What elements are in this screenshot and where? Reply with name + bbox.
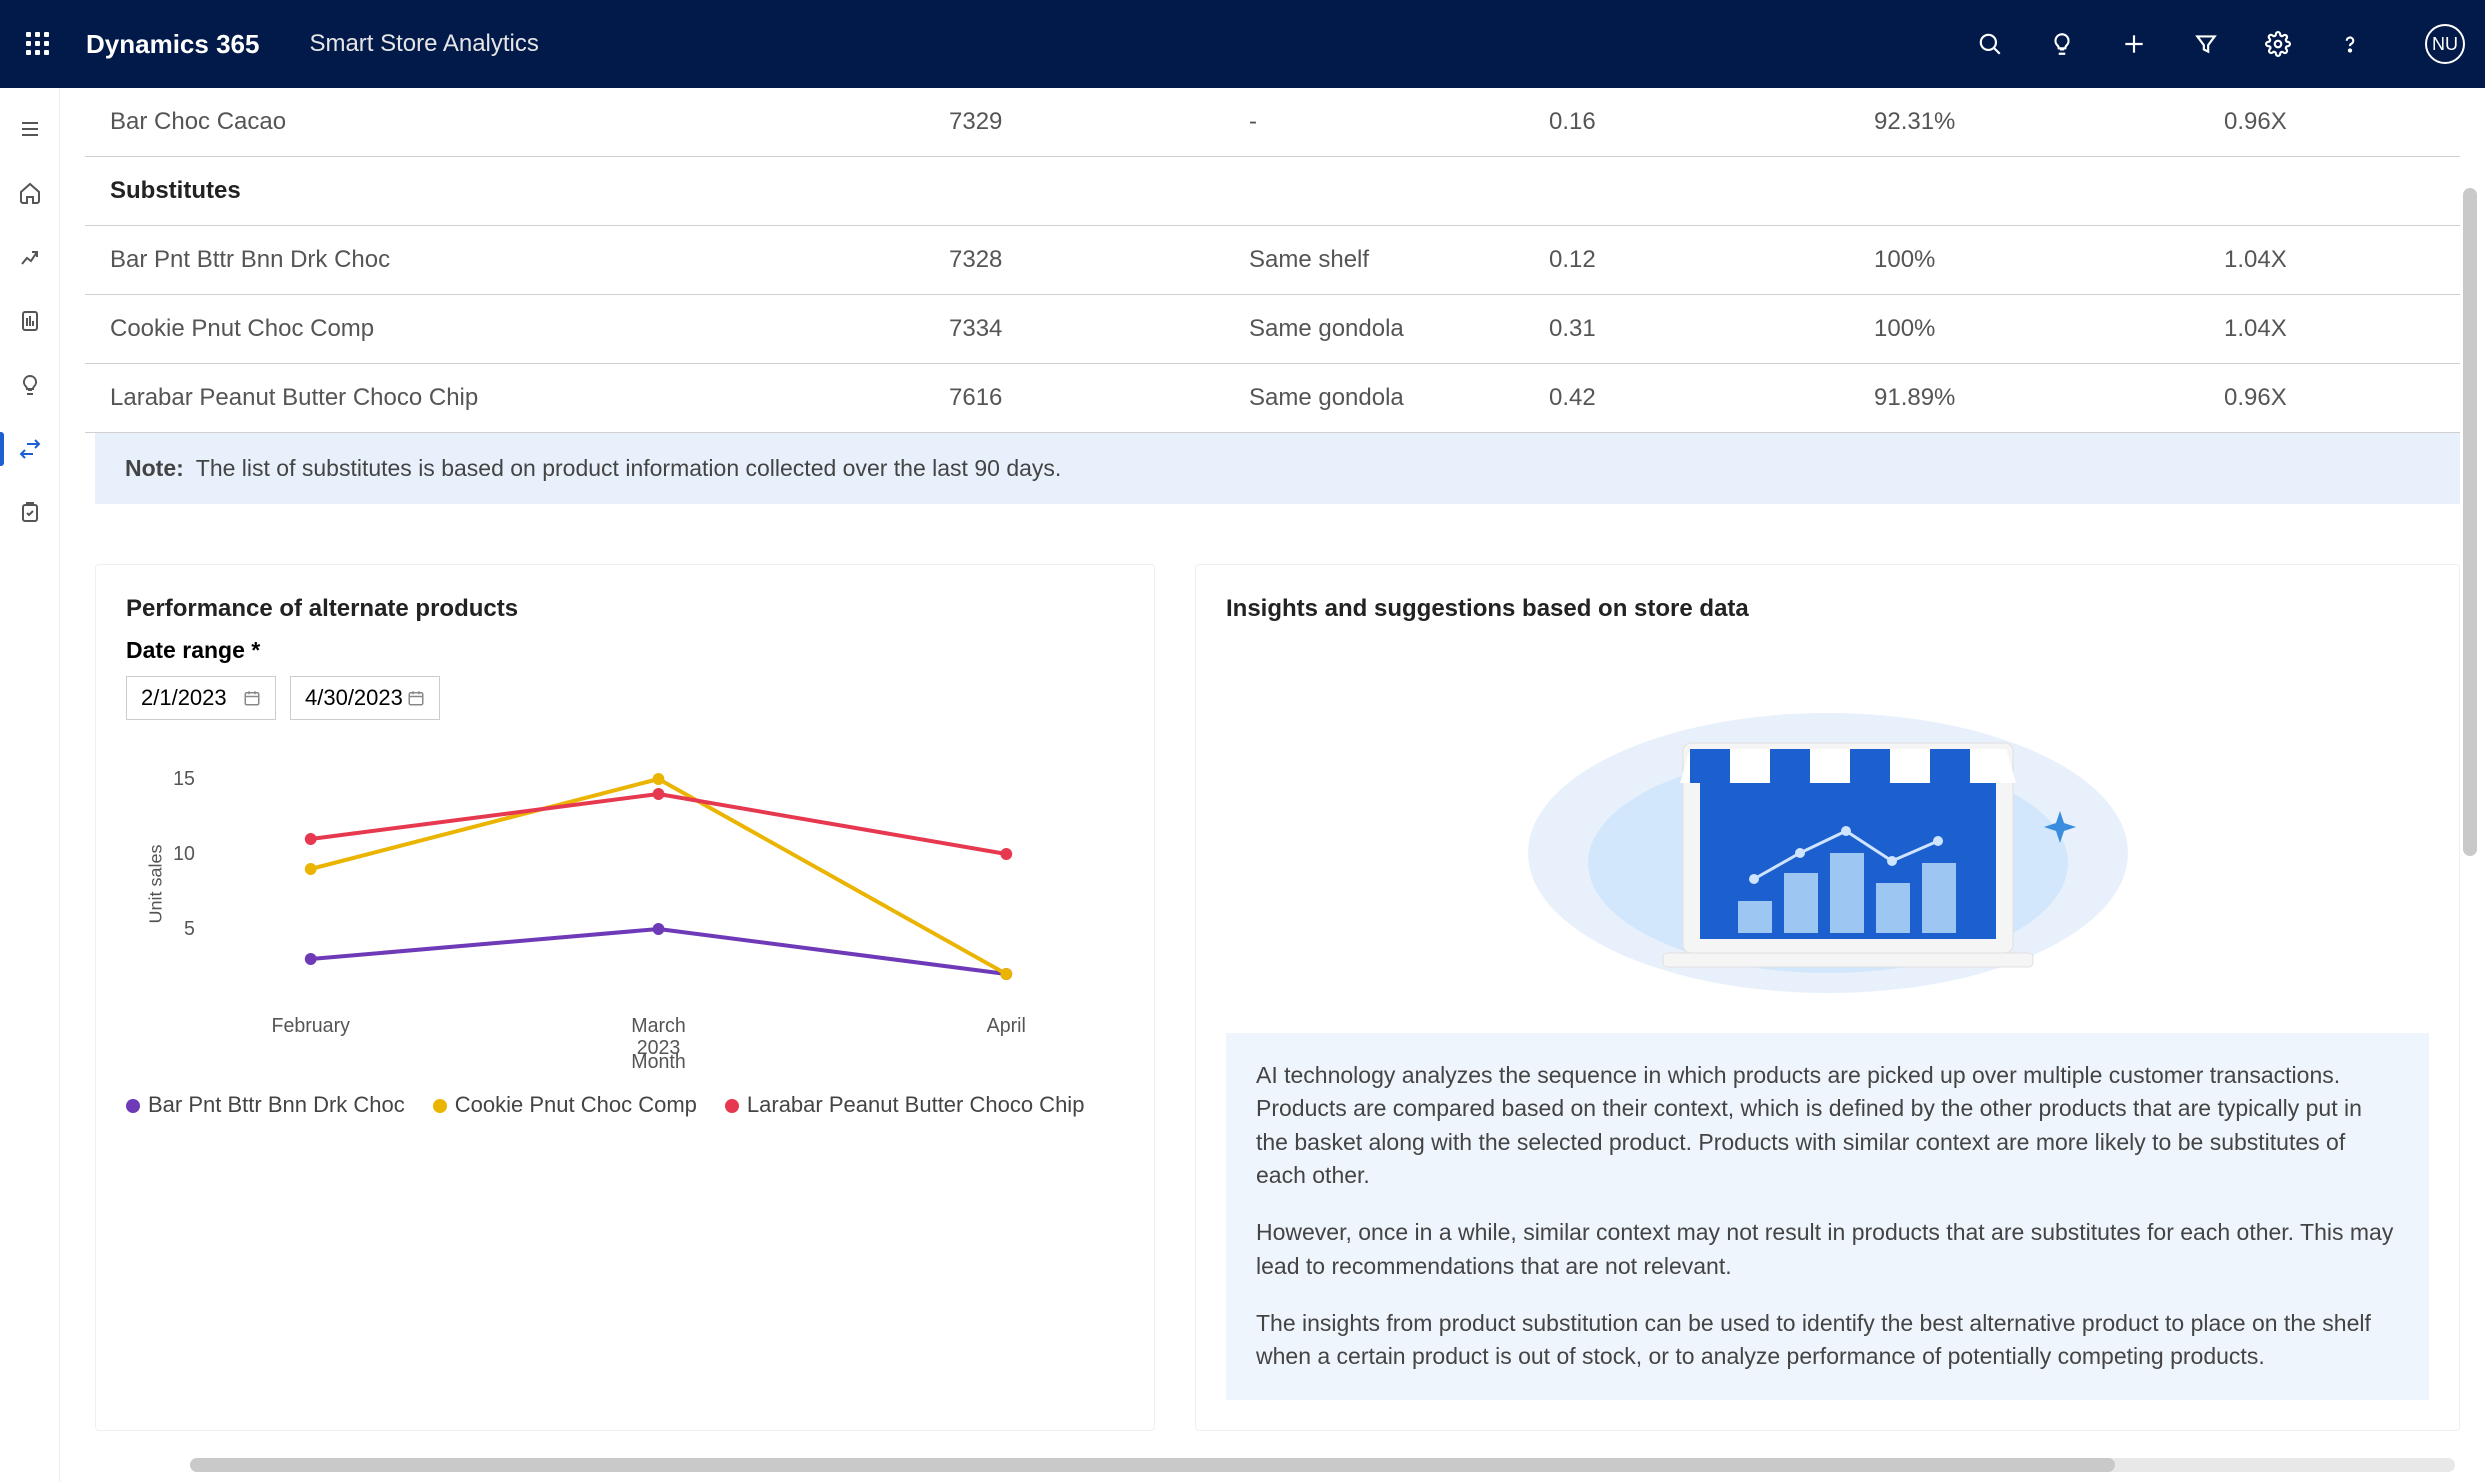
svg-text:Unit sales: Unit sales — [146, 844, 166, 923]
note-label: Note: — [125, 455, 184, 481]
header-actions: NU — [1975, 24, 2465, 64]
svg-text:February: February — [271, 1015, 350, 1037]
global-header: Dynamics 365 Smart Store Analytics NU — [0, 0, 2485, 88]
cell-val: 0.31 — [1535, 295, 1860, 364]
cell-mult: 0.96X — [2210, 88, 2460, 157]
svg-text:April: April — [987, 1015, 1026, 1037]
cell-name: Bar Pnt Bttr Bnn Drk Choc — [85, 226, 935, 295]
section-label: Substitutes — [85, 157, 2460, 226]
substitutes-table: Bar Choc Cacao 7329 - 0.16 92.31% 0.96X … — [85, 88, 2460, 433]
help-icon[interactable] — [2335, 29, 2365, 59]
date-end-value: 4/30/2023 — [305, 685, 403, 711]
substitutes-note: Note: The list of substitutes is based o… — [95, 433, 2460, 504]
chart-legend: Bar Pnt Bttr Bnn Drk Choc Cookie Pnut Ch… — [126, 1092, 1124, 1118]
cell-val: 0.12 — [1535, 226, 1860, 295]
cell-id: 7334 — [935, 295, 1235, 364]
legend-item: Cookie Pnut Choc Comp — [433, 1092, 697, 1118]
user-avatar[interactable]: NU — [2425, 24, 2465, 64]
search-icon[interactable] — [1975, 29, 2005, 59]
nav-reports[interactable] — [13, 304, 47, 338]
nav-home[interactable] — [13, 176, 47, 210]
waffle-icon — [26, 32, 50, 56]
calendar-icon — [243, 689, 261, 707]
cell-mult: 1.04X — [2210, 226, 2460, 295]
table-row[interactable]: Larabar Peanut Butter Choco Chip 7616 Sa… — [85, 364, 2460, 433]
date-range-label: Date range * — [126, 637, 1124, 664]
nav-insights[interactable] — [13, 368, 47, 402]
cell-mult: 0.96X — [2210, 364, 2460, 433]
app-launcher-button[interactable] — [20, 26, 56, 62]
cell-val: 0.42 — [1535, 364, 1860, 433]
insights-p3: The insights from product substitution c… — [1256, 1307, 2399, 1374]
note-text: The list of substitutes is based on prod… — [196, 455, 1062, 481]
cell-id: 7616 — [935, 364, 1235, 433]
svg-text:15: 15 — [173, 768, 195, 790]
main-content: Bar Choc Cacao 7329 - 0.16 92.31% 0.96X … — [60, 88, 2485, 1482]
nav-substitution[interactable] — [13, 432, 47, 466]
left-nav-rail — [0, 88, 60, 1482]
insights-text: AI technology analyzes the sequence in w… — [1226, 1033, 2429, 1400]
table-row[interactable]: Cookie Pnut Choc Comp 7334 Same gondola … — [85, 295, 2460, 364]
table-row[interactable]: Bar Choc Cacao 7329 - 0.16 92.31% 0.96X — [85, 88, 2460, 157]
table-section-header: Substitutes — [85, 157, 2460, 226]
menu-toggle-button[interactable] — [13, 112, 47, 146]
date-start-value: 2/1/2023 — [141, 685, 227, 711]
cell-loc: - — [1235, 88, 1535, 157]
date-start-input[interactable]: 2/1/2023 — [126, 676, 276, 720]
svg-text:5: 5 — [184, 918, 195, 940]
cell-pct: 100% — [1860, 295, 2210, 364]
cell-loc: Same gondola — [1235, 364, 1535, 433]
cell-pct: 91.89% — [1860, 364, 2210, 433]
insights-title: Insights and suggestions based on store … — [1226, 595, 2429, 623]
add-icon[interactable] — [2119, 29, 2149, 59]
cell-pct: 100% — [1860, 226, 2210, 295]
avatar-initials: NU — [2432, 34, 2458, 55]
legend-item: Bar Pnt Bttr Bnn Drk Choc — [126, 1092, 405, 1118]
cell-id: 7329 — [935, 88, 1235, 157]
page-name: Smart Store Analytics — [309, 30, 538, 58]
cell-val: 0.16 — [1535, 88, 1860, 157]
settings-icon[interactable] — [2263, 29, 2293, 59]
cell-name: Bar Choc Cacao — [85, 88, 935, 157]
date-end-input[interactable]: 4/30/2023 — [290, 676, 440, 720]
filter-icon[interactable] — [2191, 29, 2221, 59]
lightbulb-icon[interactable] — [2047, 29, 2077, 59]
svg-text:March: March — [631, 1015, 685, 1037]
performance-chart-card: Performance of alternate products Date r… — [95, 564, 1155, 1431]
brand-label: Dynamics 365 — [86, 29, 259, 60]
insights-illustration — [1226, 653, 2429, 993]
cell-id: 7328 — [935, 226, 1235, 295]
legend-item: Larabar Peanut Butter Choco Chip — [725, 1092, 1085, 1118]
cell-name: Larabar Peanut Butter Choco Chip — [85, 364, 935, 433]
calendar-icon — [407, 689, 425, 707]
horizontal-scrollbar[interactable] — [190, 1458, 2455, 1472]
table-row[interactable]: Bar Pnt Bttr Bnn Drk Choc 7328 Same shel… — [85, 226, 2460, 295]
date-range-inputs: 2/1/2023 4/30/2023 — [126, 676, 1124, 720]
line-chart[interactable]: 51015Unit salesFebruaryMarchApril2023Mon… — [144, 744, 1124, 1074]
vertical-scrollbar[interactable] — [2463, 188, 2477, 1402]
insights-card: Insights and suggestions based on store … — [1195, 564, 2460, 1431]
nav-tasks[interactable] — [13, 496, 47, 530]
chart-title: Performance of alternate products — [126, 595, 1124, 623]
insights-p2: However, once in a while, similar contex… — [1256, 1216, 2399, 1283]
cell-pct: 92.31% — [1860, 88, 2210, 157]
cell-mult: 1.04X — [2210, 295, 2460, 364]
insights-p1: AI technology analyzes the sequence in w… — [1256, 1059, 2399, 1192]
nav-analytics[interactable] — [13, 240, 47, 274]
cell-loc: Same shelf — [1235, 226, 1535, 295]
svg-text:Month: Month — [631, 1051, 685, 1073]
cell-loc: Same gondola — [1235, 295, 1535, 364]
lower-section: Performance of alternate products Date r… — [95, 564, 2460, 1431]
svg-text:10: 10 — [173, 843, 195, 865]
cell-name: Cookie Pnut Choc Comp — [85, 295, 935, 364]
